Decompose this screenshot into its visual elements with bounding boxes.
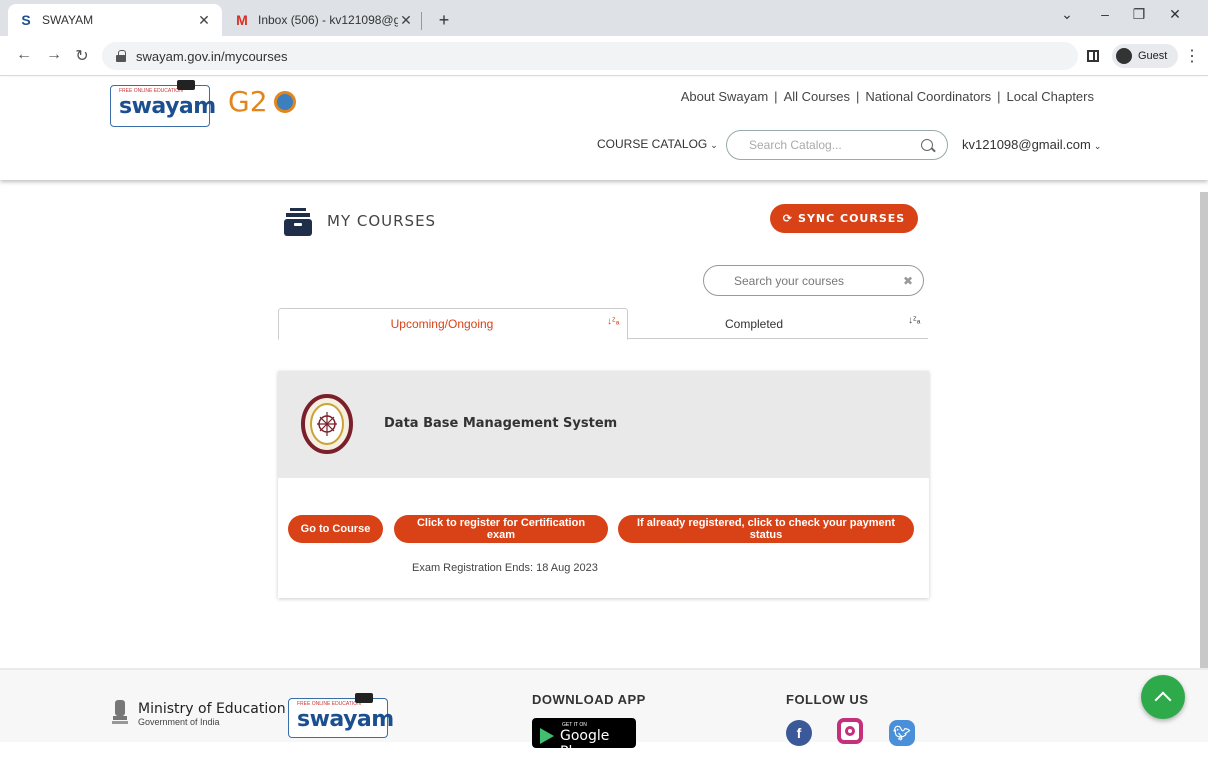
catalog-search-box (726, 130, 948, 160)
graduation-cap-icon (355, 693, 373, 703)
lock-icon (116, 50, 126, 62)
link-separator: | (774, 89, 778, 104)
url-field[interactable]: swayam.gov.in/mycourses (102, 42, 1078, 70)
close-tab-icon[interactable]: ✕ (398, 12, 414, 29)
scroll-to-top-button[interactable] (1141, 675, 1185, 719)
go-to-course-button[interactable]: Go to Course (288, 515, 383, 543)
twitter-icon[interactable]: 🐦︎ (889, 720, 915, 746)
close-tab-icon[interactable]: ✕ (196, 12, 212, 29)
chevron-up-icon (1154, 691, 1172, 709)
tab-search-chevron-icon[interactable]: ⌄ (1052, 6, 1082, 23)
avatar-icon (1116, 48, 1132, 64)
site-header: FREE ONLINE EDUCATION swayam G2 About Sw… (0, 77, 1208, 180)
logo-wordmark: swayam (119, 94, 216, 119)
course-title: Data Base Management System (384, 416, 618, 431)
exam-registration-deadline: Exam Registration Ends: 18 Aug 2023 (412, 562, 598, 574)
tab-upcoming-ongoing[interactable]: Upcoming/Ongoing ↓ᶻₐ (278, 308, 628, 340)
download-app-heading: DOWNLOAD APP (532, 692, 646, 707)
instagram-icon[interactable] (837, 718, 863, 744)
facebook-icon[interactable]: f (786, 720, 812, 746)
gmail-favicon-icon: M (236, 12, 248, 28)
register-certification-exam-button[interactable]: Click to register for Certification exam (394, 515, 608, 543)
browser-tab-swayam[interactable]: S SWAYAM ✕ (8, 4, 222, 36)
graduation-cap-icon (177, 80, 195, 90)
course-tabs: Upcoming/Ongoing ↓ᶻₐ Completed ↓ᶻₐ (278, 308, 928, 340)
iit-kharagpur-logo-icon (301, 394, 353, 454)
tab-label: Completed (724, 316, 784, 331)
browser-tab-strip: S SWAYAM ✕ M Inbox (506) - kv121098@gmai… (0, 0, 1208, 36)
site-footer: Ministry of Education Government of Indi… (0, 668, 1208, 760)
course-catalog-label: COURSE CATALOG (597, 137, 708, 151)
catalog-search-input[interactable] (747, 137, 921, 153)
course-catalog-menu[interactable]: COURSE CATALOG ⌄ (597, 137, 718, 151)
archive-box-icon (284, 208, 312, 236)
course-search-box: ✖ (703, 265, 924, 296)
forward-arrow-icon[interactable]: → (44, 46, 64, 64)
tab-divider (421, 12, 422, 30)
back-arrow-icon[interactable]: ← (14, 46, 34, 64)
tab-completed[interactable]: Completed ↓ᶻₐ (628, 308, 928, 339)
clear-search-icon[interactable]: ✖ (903, 274, 913, 288)
sync-label: SYNC COURSES (798, 212, 906, 225)
profile-label: Guest (1138, 50, 1168, 62)
user-account-menu[interactable]: kv121098@gmail.com ⌄ (962, 137, 1101, 152)
tab-label: Upcoming/Ongoing (390, 317, 494, 331)
swayam-favicon-icon: S (21, 12, 31, 28)
google-play-badge[interactable]: GET IT ON Google Play (532, 718, 636, 760)
top-links: About Swayam | All Courses | National Co… (681, 89, 1094, 104)
url-text: swayam.gov.in/mycourses (136, 48, 288, 64)
chevron-down-icon: ⌄ (710, 140, 718, 150)
reload-icon[interactable]: ↻ (72, 46, 92, 66)
sync-icon: ⟳ (782, 212, 794, 225)
link-all-courses[interactable]: All Courses (784, 89, 850, 104)
sort-az-icon[interactable]: ↓ᶻₐ (908, 316, 920, 326)
minimize-icon[interactable]: – (1090, 6, 1120, 22)
ministry-logo[interactable]: Ministry of Education Government of Indi… (110, 698, 286, 730)
follow-us-heading: FOLLOW US (786, 692, 869, 707)
page-scrollbar[interactable] (1200, 192, 1208, 672)
footer-swayam-logo[interactable]: FREE ONLINE EDUCATION swayam (288, 693, 394, 738)
link-about-swayam[interactable]: About Swayam (681, 89, 768, 104)
course-search-input[interactable] (732, 272, 903, 289)
search-icon[interactable] (921, 139, 933, 151)
course-card: Data Base Management System Go to Course… (278, 371, 929, 598)
more-menu-icon[interactable]: ⋮ (1184, 46, 1200, 66)
tab-title: SWAYAM (42, 13, 94, 27)
national-emblem-icon (112, 700, 128, 724)
page-title: MY COURSES (327, 212, 437, 230)
ministry-name: Ministry of Education (138, 701, 286, 717)
profile-button[interactable]: Guest (1112, 44, 1178, 68)
tab-title: Inbox (506) - kv121098@gmail.co (258, 13, 398, 27)
restore-icon[interactable]: ❐ (1124, 6, 1154, 23)
g20-logo: G2 (228, 85, 298, 125)
link-local-chapters[interactable]: Local Chapters (1007, 89, 1094, 104)
government-name: Government of India (138, 717, 220, 727)
course-card-header: Data Base Management System (278, 371, 929, 478)
check-payment-status-button[interactable]: If already registered, click to check yo… (618, 515, 914, 543)
swayam-logo[interactable]: FREE ONLINE EDUCATION swayam (110, 80, 216, 127)
g20-globe-icon (274, 91, 296, 113)
link-national-coordinators[interactable]: National Coordinators (865, 89, 991, 104)
link-separator: | (856, 89, 860, 104)
g20-letter: G2 (228, 85, 268, 118)
sync-courses-button[interactable]: ⟳ SYNC COURSES (770, 204, 918, 233)
chevron-down-icon: ⌄ (1093, 141, 1102, 151)
new-tab-plus-icon[interactable]: + (432, 8, 456, 32)
close-window-icon[interactable]: ✕ (1160, 6, 1190, 23)
address-bar-row: ← → ↻ swayam.gov.in/mycourses Guest ⋮ (0, 36, 1208, 76)
link-separator: | (997, 89, 1001, 104)
logo-wordmark: swayam (297, 707, 394, 732)
browser-tab-gmail[interactable]: M Inbox (506) - kv121098@gmail.co ✕ (226, 4, 422, 36)
gplay-big-text: Google Play (560, 728, 610, 760)
user-email: kv121098@gmail.com (962, 137, 1091, 152)
side-panel-icon[interactable] (1087, 50, 1099, 62)
